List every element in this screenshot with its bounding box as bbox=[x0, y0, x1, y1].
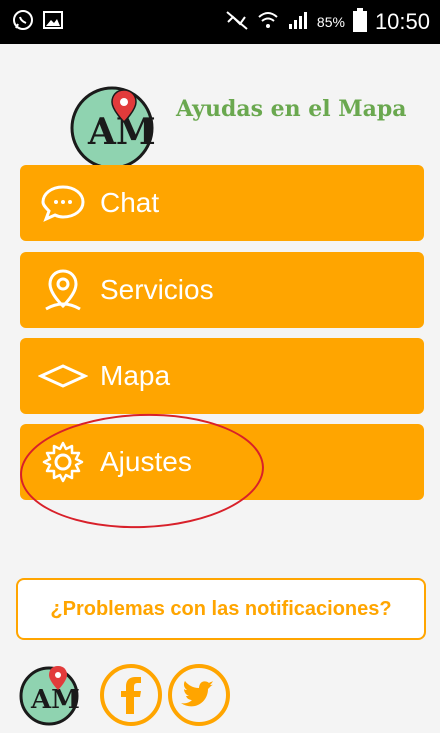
clock: 10:50 bbox=[374, 9, 430, 34]
servicios-button[interactable]: Servicios bbox=[20, 252, 424, 328]
mapa-button[interactable]: Mapa bbox=[20, 338, 424, 414]
gear-icon bbox=[34, 439, 92, 485]
notifications-problems-button[interactable]: ¿Problemas con las notificaciones? bbox=[16, 578, 426, 640]
map-diamond-icon bbox=[34, 353, 92, 399]
svg-text:AM: AM bbox=[30, 685, 80, 715]
servicios-button-label: Servicios bbox=[100, 274, 214, 305]
ajustes-button[interactable]: Ajustes bbox=[20, 424, 424, 500]
facebook-icon[interactable] bbox=[98, 662, 164, 728]
image-icon bbox=[42, 9, 64, 36]
app-logo-icon[interactable]: AM bbox=[16, 662, 82, 728]
signal-icon bbox=[287, 9, 309, 36]
app-title: Ayudas en el Mapa bbox=[176, 96, 407, 122]
chat-button-label: Chat bbox=[100, 187, 160, 218]
status-bar: 85% 10:50 bbox=[0, 0, 440, 44]
mute-icon bbox=[225, 9, 249, 36]
location-pin-icon bbox=[34, 267, 92, 313]
app-logo: AM bbox=[66, 80, 158, 172]
twitter-icon[interactable] bbox=[166, 662, 232, 728]
app-header: AM Ayudas en el Mapa bbox=[0, 70, 440, 170]
chat-bubble-icon bbox=[34, 180, 92, 226]
whatsapp-icon bbox=[12, 9, 34, 36]
footer-icons: AM bbox=[16, 662, 256, 730]
chat-button[interactable]: Chat bbox=[20, 165, 424, 241]
battery-icon bbox=[352, 7, 367, 37]
wifi-icon bbox=[257, 9, 279, 36]
battery-percent: 85% bbox=[316, 14, 345, 30]
mapa-button-label: Mapa bbox=[100, 360, 171, 391]
ajustes-button-label: Ajustes bbox=[100, 446, 192, 477]
